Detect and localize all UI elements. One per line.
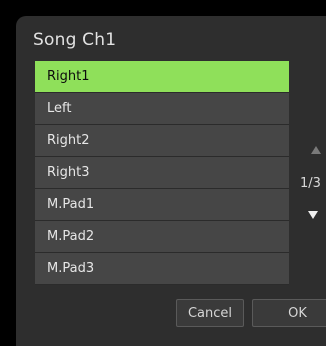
list-item-mpad3[interactable]: M.Pad3 bbox=[35, 253, 289, 285]
channel-list: Right1 Left Right2 Right3 M.Pad1 M.Pad2 … bbox=[35, 61, 289, 285]
page-up-icon[interactable] bbox=[311, 146, 321, 154]
page-down-icon[interactable] bbox=[308, 211, 318, 219]
song-channel-dialog: Song Ch1 Right1 Left Right2 Right3 M.Pad… bbox=[16, 16, 326, 346]
list-item-mpad2[interactable]: M.Pad2 bbox=[35, 221, 289, 253]
list-item-right3[interactable]: Right3 bbox=[35, 157, 289, 189]
dialog-title: Song Ch1 bbox=[33, 30, 117, 50]
ok-button[interactable]: OK bbox=[252, 299, 326, 327]
list-item-right2[interactable]: Right2 bbox=[35, 125, 289, 157]
list-item-mpad1[interactable]: M.Pad1 bbox=[35, 189, 289, 221]
page-navigator: 1/3 bbox=[286, 61, 326, 291]
list-item-right1[interactable]: Right1 bbox=[35, 61, 289, 93]
page-indicator: 1/3 bbox=[300, 176, 321, 191]
list-item-left[interactable]: Left bbox=[35, 93, 289, 125]
cancel-button[interactable]: Cancel bbox=[176, 299, 244, 327]
